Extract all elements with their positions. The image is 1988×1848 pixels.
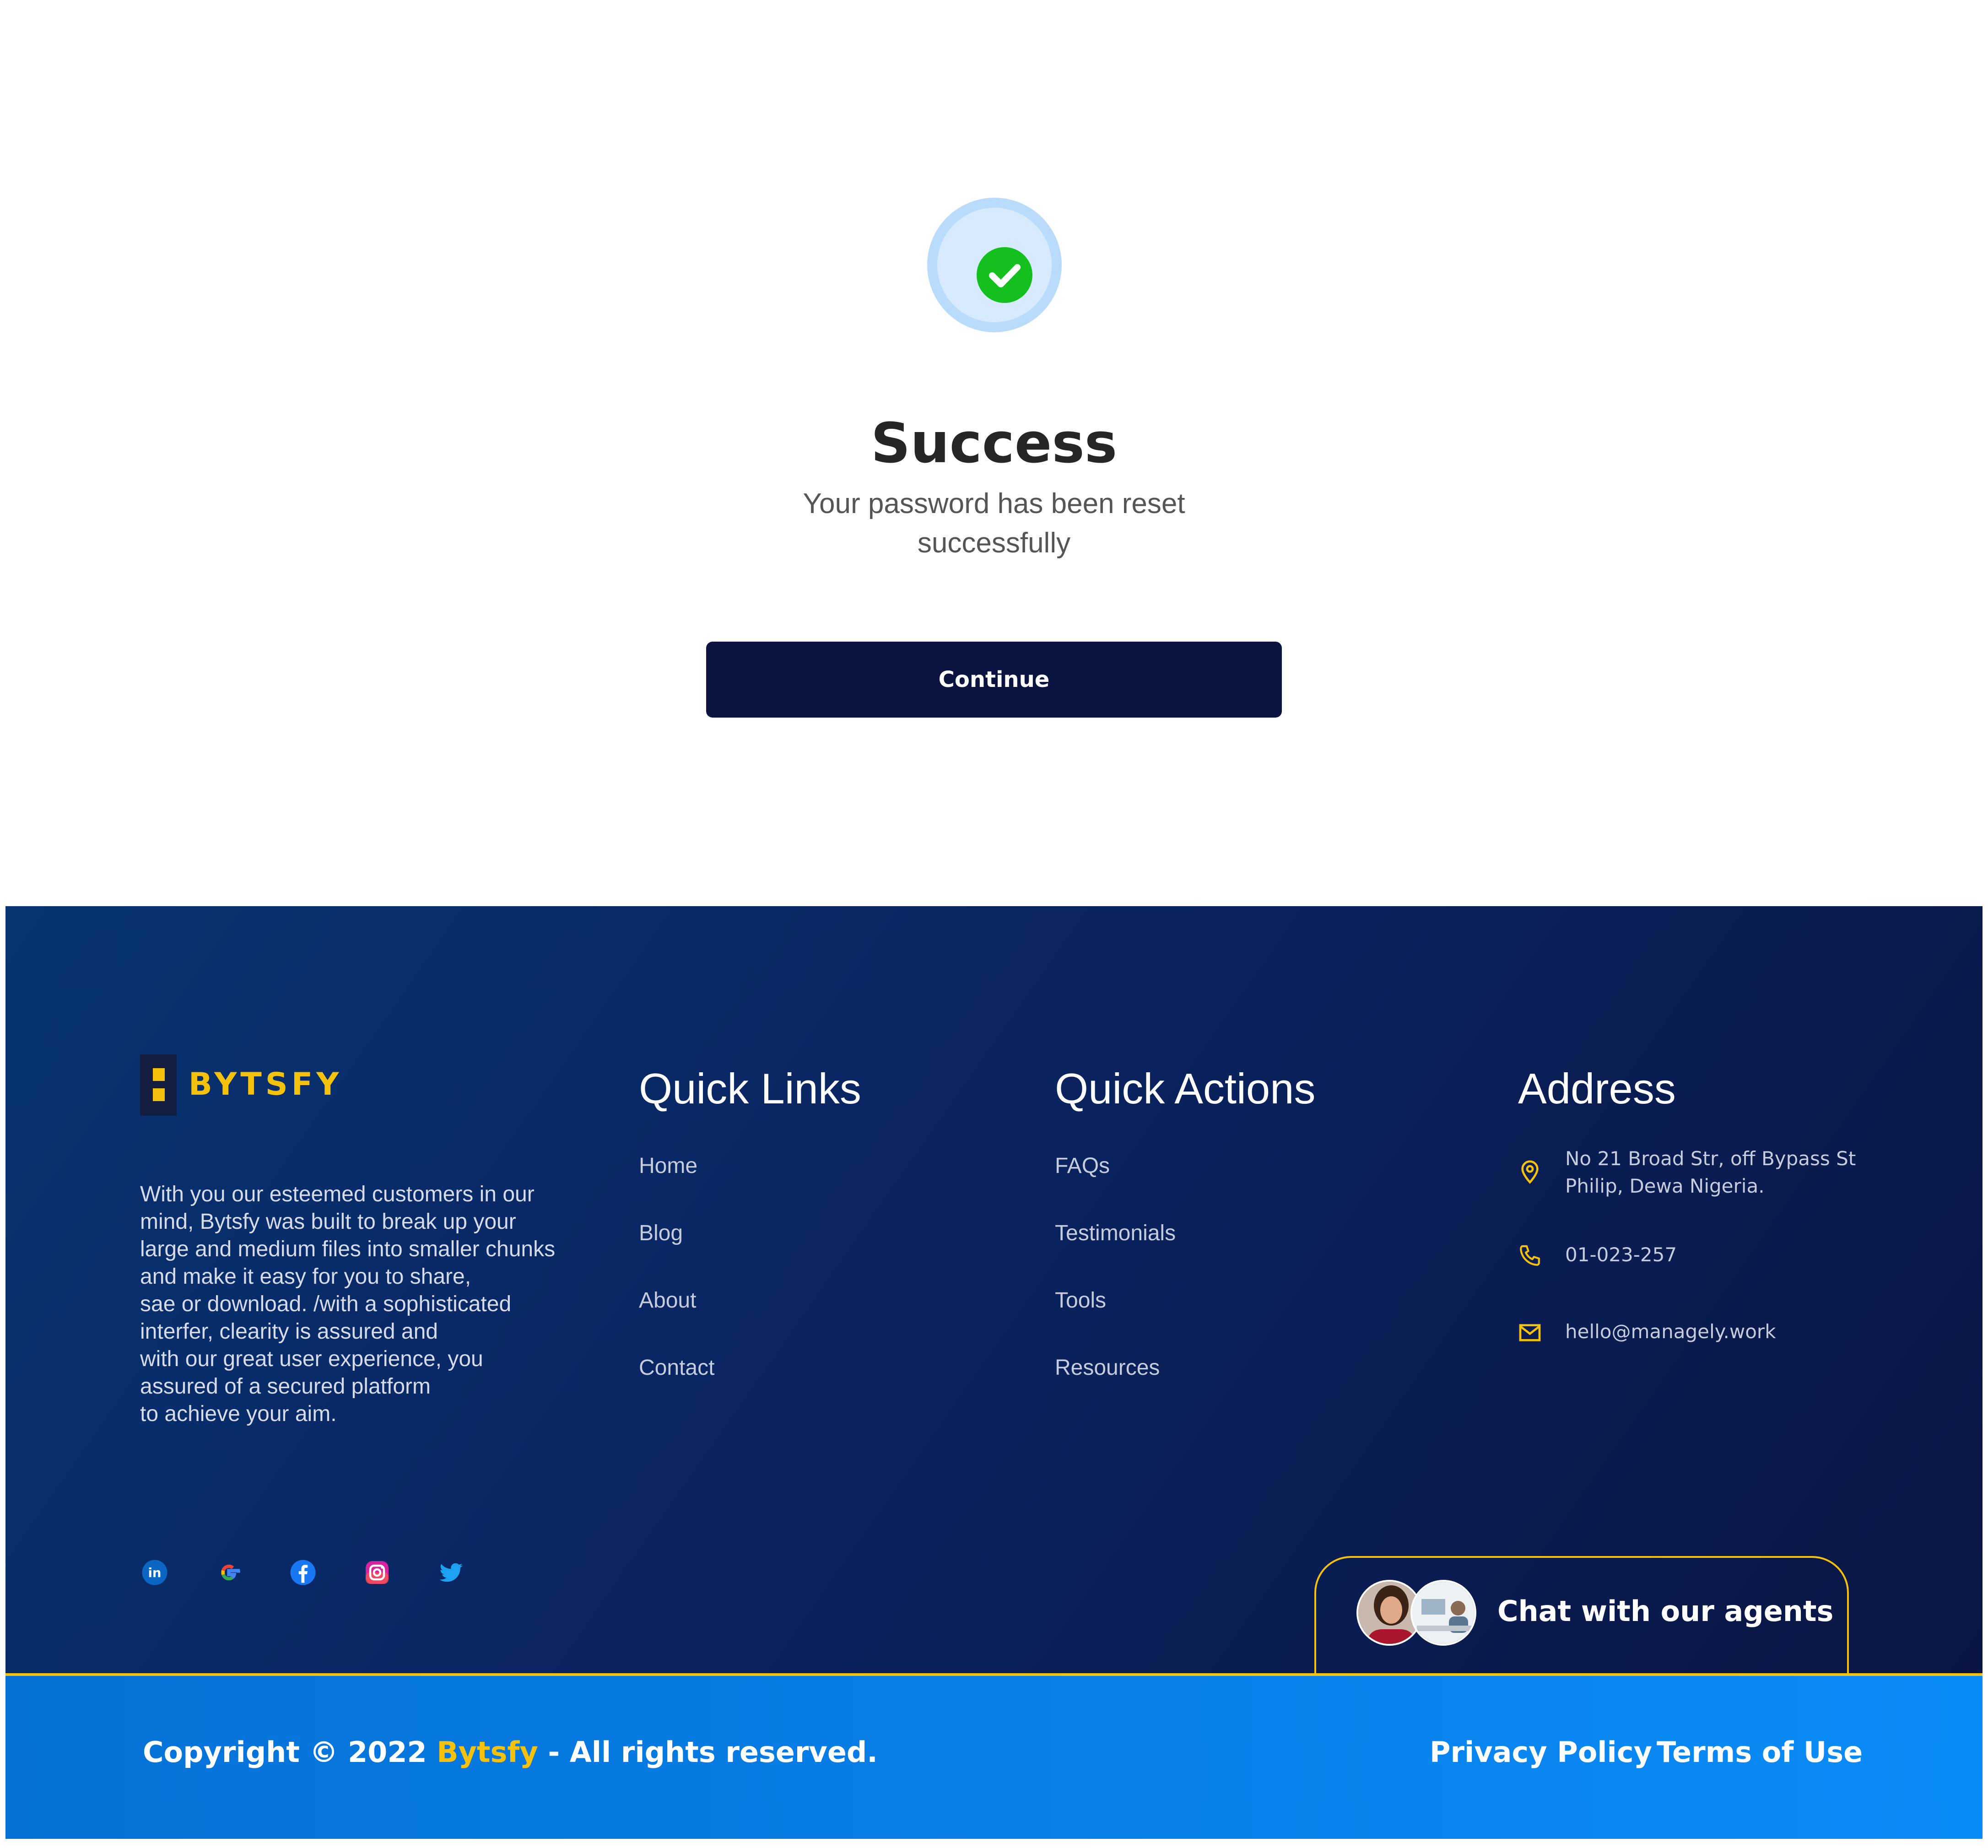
footer: BYTSFY With you our esteemed customers i… xyxy=(5,906,1983,1673)
logo-mark-icon xyxy=(140,1054,177,1116)
footer-link-faqs[interactable]: FAQs xyxy=(1055,1152,1110,1180)
facebook-icon[interactable] xyxy=(289,1559,317,1586)
terms-of-use-link[interactable]: Terms of Use xyxy=(1657,1735,1863,1769)
bottom-bar: Copyright © 2022 Bytsfy - All rights res… xyxy=(5,1673,1983,1839)
footer-link-tools[interactable]: Tools xyxy=(1055,1287,1106,1314)
chat-label: Chat with our agents xyxy=(1497,1594,1834,1628)
continue-button[interactable]: Continue xyxy=(706,642,1282,718)
success-badge xyxy=(927,198,1062,332)
copyright-brand: Bytsfy xyxy=(437,1735,538,1769)
address-street: No 21 Broad Str, off Bypass St Philip, D… xyxy=(1565,1147,1856,1197)
success-message: Your password has been reset successfull… xyxy=(803,488,1185,559)
footer-link-home[interactable]: Home xyxy=(639,1152,697,1180)
location-pin-icon xyxy=(1521,1160,1539,1184)
address-title: Address xyxy=(1518,1064,1676,1113)
svg-text:in: in xyxy=(148,1566,161,1580)
twitter-icon[interactable] xyxy=(438,1559,465,1586)
office-avatar xyxy=(1410,1580,1476,1646)
privacy-policy-link[interactable]: Privacy Policy xyxy=(1430,1735,1652,1769)
footer-link-about[interactable]: About xyxy=(639,1287,696,1314)
success-section: Success Your password has been reset suc… xyxy=(0,0,1988,906)
quick-links-title: Quick Links xyxy=(639,1064,861,1113)
google-icon[interactable] xyxy=(215,1559,243,1586)
about-text: With you our esteemed customers in our m… xyxy=(140,1182,556,1426)
footer-link-resources[interactable]: Resources xyxy=(1055,1354,1160,1382)
address-email[interactable]: hello@managely.work xyxy=(1565,1318,1776,1345)
check-circle-icon xyxy=(977,247,1032,303)
quick-actions-title: Quick Actions xyxy=(1055,1064,1316,1113)
chat-with-agents-button[interactable]: Chat with our agents xyxy=(1314,1556,1849,1673)
address-phone[interactable]: 01-023-257 xyxy=(1565,1241,1677,1269)
instagram-icon[interactable] xyxy=(363,1559,391,1586)
footer-link-blog[interactable]: Blog xyxy=(639,1220,683,1247)
page-title: Success xyxy=(870,412,1118,476)
email-icon xyxy=(1519,1324,1541,1341)
copyright-text: Copyright © 2022 Bytsfy - All rights res… xyxy=(143,1735,878,1769)
brand-name: BYTSFY xyxy=(189,1066,343,1102)
phone-icon xyxy=(1520,1245,1540,1266)
footer-link-testimonials[interactable]: Testimonials xyxy=(1055,1220,1176,1247)
footer-link-contact[interactable]: Contact xyxy=(639,1354,714,1382)
linkedin-icon[interactable]: in xyxy=(141,1559,168,1586)
